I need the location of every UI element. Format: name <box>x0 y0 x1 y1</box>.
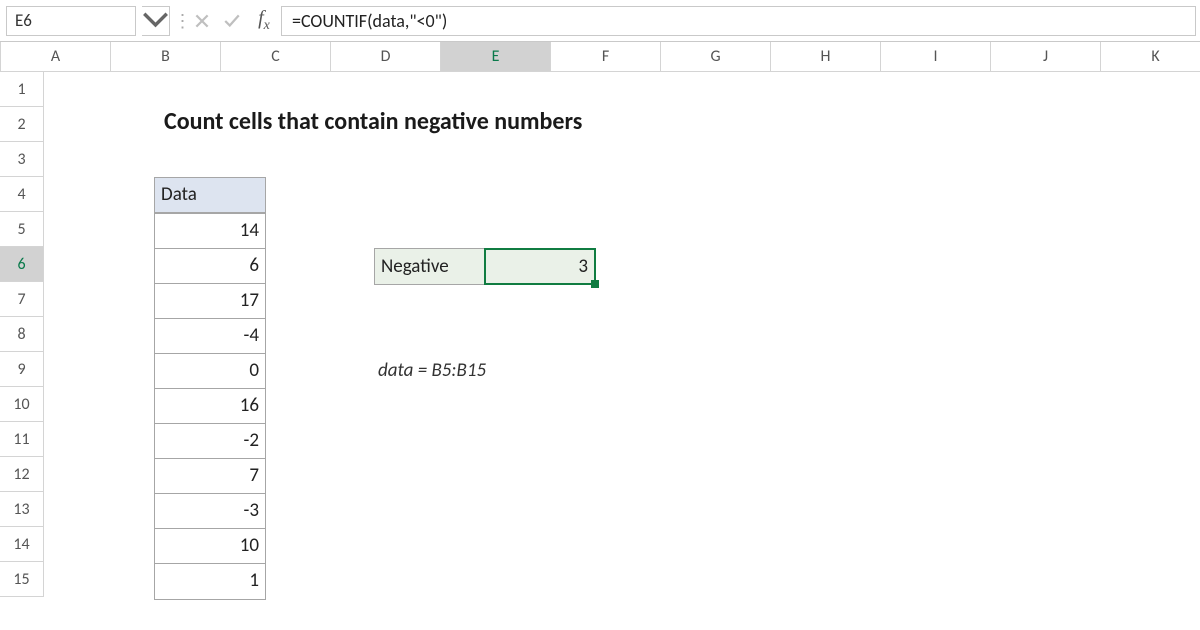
row-header-2[interactable]: 2 <box>0 107 44 142</box>
data-cell[interactable]: 6 <box>155 249 265 284</box>
column-header-C[interactable]: C <box>221 42 331 71</box>
range-note: data = B5:B15 <box>378 359 486 382</box>
row-header-6[interactable]: 6 <box>0 247 44 282</box>
row-header-4[interactable]: 4 <box>0 177 44 212</box>
name-box-dropdown[interactable] <box>142 6 170 36</box>
row-header-3[interactable]: 3 <box>0 142 44 177</box>
data-cell[interactable]: 10 <box>155 529 265 564</box>
row-header-5[interactable]: 5 <box>0 212 44 247</box>
separator: ⋮ <box>178 6 187 36</box>
active-cell[interactable]: 3 <box>484 248 596 285</box>
result-box: Negative 3 <box>374 248 596 285</box>
name-box[interactable]: E6 <box>6 6 136 36</box>
data-cell[interactable]: 16 <box>155 389 265 424</box>
row-header-1[interactable]: 1 <box>0 72 44 107</box>
column-header-I[interactable]: I <box>881 42 991 71</box>
result-label-cell[interactable]: Negative <box>374 248 484 285</box>
fx-icon[interactable]: fx <box>247 7 281 34</box>
chevron-down-icon <box>142 7 169 34</box>
select-all-corner[interactable] <box>0 42 1 71</box>
column-headers: ABCDEFGHIJK <box>0 42 1200 72</box>
formula-input[interactable]: =COUNTIF(data,"<0") <box>281 6 1196 36</box>
sheet-title: Count cells that contain negative number… <box>164 107 582 136</box>
column-header-E[interactable]: E <box>441 42 551 71</box>
data-cell[interactable]: -4 <box>155 319 265 354</box>
data-cell[interactable]: -2 <box>155 424 265 459</box>
row-header-13[interactable]: 13 <box>0 492 44 527</box>
data-header-cell[interactable]: Data <box>154 177 266 213</box>
column-header-G[interactable]: G <box>661 42 771 71</box>
row-header-7[interactable]: 7 <box>0 282 44 317</box>
column-header-J[interactable]: J <box>991 42 1101 71</box>
row-header-10[interactable]: 10 <box>0 387 44 422</box>
check-icon <box>223 12 241 30</box>
data-cell[interactable]: 1 <box>155 564 265 599</box>
data-cell[interactable]: 7 <box>155 459 265 494</box>
column-header-F[interactable]: F <box>551 42 661 71</box>
row-header-15[interactable]: 15 <box>0 562 44 597</box>
row-header-14[interactable]: 14 <box>0 527 44 562</box>
row-header-12[interactable]: 12 <box>0 457 44 492</box>
column-header-A[interactable]: A <box>1 42 111 71</box>
column-header-H[interactable]: H <box>771 42 881 71</box>
cancel-formula-button[interactable] <box>187 6 217 36</box>
formula-text: =COUNTIF(data,"<0") <box>292 10 447 32</box>
data-column: 14617-4016-27-3101 <box>154 213 266 600</box>
data-cell[interactable]: -3 <box>155 494 265 529</box>
formula-bar: E6 ⋮ fx =COUNTIF(data,"<0") <box>0 0 1200 42</box>
enter-formula-button[interactable] <box>217 6 247 36</box>
x-icon <box>193 12 211 30</box>
column-header-K[interactable]: K <box>1101 42 1200 71</box>
row-header-11[interactable]: 11 <box>0 422 44 457</box>
row-header-8[interactable]: 8 <box>0 317 44 352</box>
data-cell[interactable]: 17 <box>155 284 265 319</box>
data-cell[interactable]: 14 <box>155 214 265 249</box>
row-header-9[interactable]: 9 <box>0 352 44 387</box>
column-header-D[interactable]: D <box>331 42 441 71</box>
column-header-B[interactable]: B <box>111 42 221 71</box>
fill-handle[interactable] <box>591 280 599 288</box>
name-box-text: E6 <box>15 10 32 31</box>
data-cell[interactable]: 0 <box>155 354 265 389</box>
